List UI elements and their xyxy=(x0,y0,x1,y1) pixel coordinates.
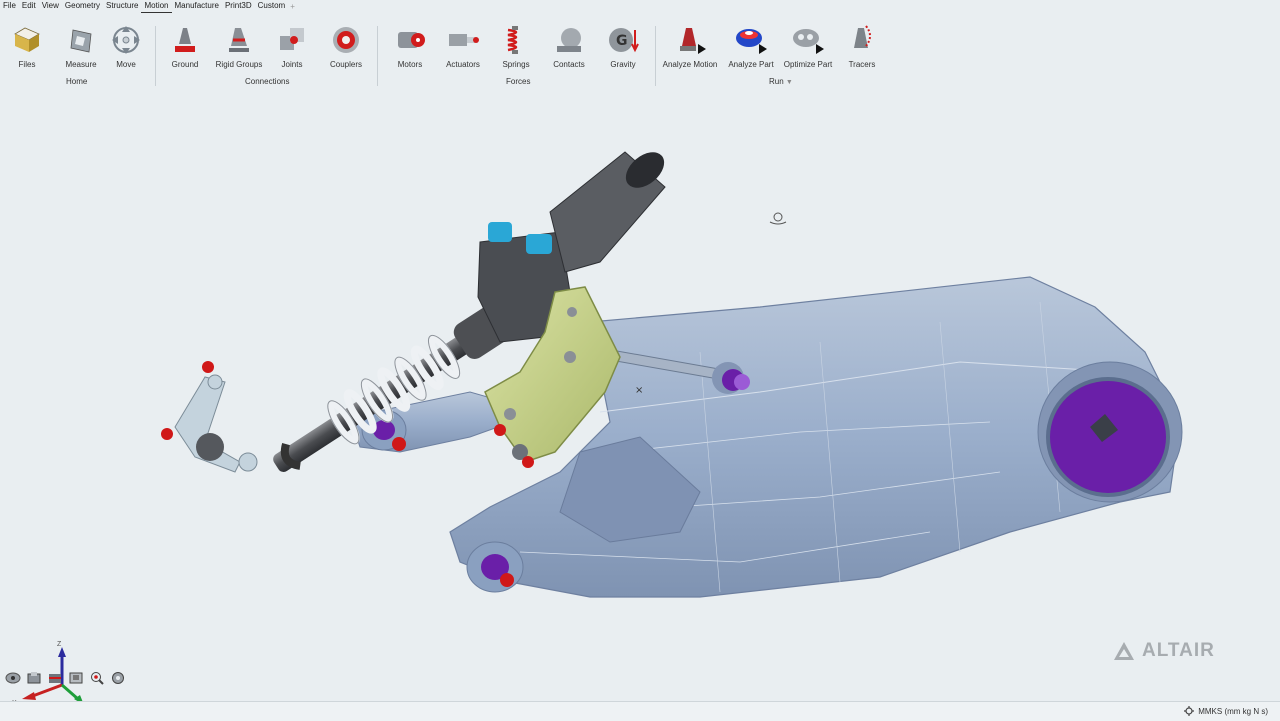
add-ribbon-button[interactable]: + xyxy=(288,2,295,11)
altair-wordmark: ALTAIR xyxy=(1142,640,1215,661)
chevron-down-icon: ▼ xyxy=(785,79,793,86)
menu-view[interactable]: View xyxy=(39,0,62,12)
display-settings-icon xyxy=(112,672,124,684)
contacts-button[interactable]: Contacts xyxy=(539,22,599,69)
group-forces-label: Forces xyxy=(506,77,531,86)
units-gear-icon xyxy=(1184,706,1195,716)
group-connections-label: Connections xyxy=(245,77,290,86)
files-label: Files xyxy=(18,60,36,69)
actuators-label: Actuators xyxy=(446,60,480,69)
altair-logo-icon xyxy=(1114,642,1134,660)
joints-icon xyxy=(280,28,304,50)
status-bar: MMKS (mm kg N s) xyxy=(0,701,1280,721)
couplers-icon xyxy=(333,27,359,53)
menu-custom[interactable]: Custom xyxy=(255,0,289,12)
svg-text:G: G xyxy=(616,33,628,49)
ground-label: Ground xyxy=(171,60,199,69)
menu-bar: File Edit View Geometry Structure Motion… xyxy=(0,0,1280,13)
swingarm-model: × xyxy=(161,151,1183,598)
group-run-text: Run xyxy=(769,77,784,86)
analyze-part-icon xyxy=(736,29,767,54)
model-viewport[interactable]: × Z X Y ALTAIR xyxy=(0,92,1280,712)
view-settings-button[interactable] xyxy=(109,670,127,686)
menu-manufacture[interactable]: Manufacture xyxy=(172,0,222,12)
contacts-icon xyxy=(557,28,581,52)
view-rotate-button[interactable] xyxy=(4,670,22,686)
contacts-label: Contacts xyxy=(553,60,585,69)
couplers-label: Couplers xyxy=(329,60,362,69)
cursor-marker: × xyxy=(635,385,643,396)
rotate-cursor-icon xyxy=(769,212,787,225)
menu-geometry[interactable]: Geometry xyxy=(62,0,103,12)
group-run-label[interactable]: Run ▼ xyxy=(769,77,793,86)
motors-button[interactable]: Motors xyxy=(380,22,440,69)
analyze-part-label: Analyze Part xyxy=(728,60,774,69)
view-shading-button[interactable] xyxy=(25,670,43,686)
move-label: Move xyxy=(116,60,136,69)
menu-structure[interactable]: Structure xyxy=(103,0,141,12)
gravity-button[interactable]: G Gravity xyxy=(593,22,653,69)
joints-label: Joints xyxy=(281,60,303,69)
rigid-groups-label: Rigid Groups xyxy=(215,60,263,69)
units-label: MMKS (mm kg N s) xyxy=(1198,706,1268,716)
menu-print3d[interactable]: Print3D xyxy=(222,0,255,12)
tracers-label: Tracers xyxy=(848,60,876,69)
move-icon xyxy=(112,26,140,54)
lower-pivot xyxy=(466,541,524,593)
analyze-part-button[interactable]: Analyze Part xyxy=(721,22,781,69)
view-toolbar xyxy=(4,670,127,686)
motors-label: Motors xyxy=(397,60,423,69)
joints-button[interactable]: Joints xyxy=(262,22,322,69)
fit-view-icon xyxy=(69,672,83,684)
rigid-groups-icon xyxy=(229,28,249,52)
ribbon-separator xyxy=(377,26,378,86)
axis-z-label: Z xyxy=(57,641,62,648)
tracers-button[interactable]: Tracers xyxy=(832,22,892,69)
files-button[interactable]: Files xyxy=(0,22,57,69)
gravity-icon: G xyxy=(609,28,639,53)
ground-button[interactable]: Ground xyxy=(155,22,215,69)
view-section-button[interactable] xyxy=(46,670,64,686)
actuators-icon xyxy=(449,34,479,46)
springs-button[interactable]: Springs xyxy=(486,22,546,69)
ribbon-separator xyxy=(655,26,656,86)
tracers-icon xyxy=(854,25,871,48)
optimize-part-icon xyxy=(793,29,824,54)
shading-icon xyxy=(27,672,41,684)
menu-file[interactable]: File xyxy=(0,0,19,12)
gravity-label: Gravity xyxy=(610,60,636,69)
optimize-part-button[interactable]: Optimize Part xyxy=(778,22,838,69)
analyze-motion-icon xyxy=(680,28,706,54)
motors-icon xyxy=(398,32,425,48)
measure-icon xyxy=(70,29,92,53)
analyze-motion-label: Analyze Motion xyxy=(662,60,718,69)
folder-icon xyxy=(14,27,40,52)
rigid-groups-button[interactable]: Rigid Groups xyxy=(209,22,269,69)
main-pivot xyxy=(1037,361,1183,503)
shock-absorber xyxy=(273,305,510,472)
section-cut-icon xyxy=(49,674,61,683)
view-zoom-button[interactable] xyxy=(88,670,106,686)
dogbone-link xyxy=(161,361,258,473)
unit-system-selector[interactable]: MMKS (mm kg N s) xyxy=(1184,706,1268,716)
view-fit-button[interactable] xyxy=(67,670,85,686)
eye-icon xyxy=(5,672,21,684)
springs-icon xyxy=(507,26,518,54)
springs-label: Springs xyxy=(502,60,530,69)
optimize-part-label: Optimize Part xyxy=(783,60,833,69)
actuators-button[interactable]: Actuators xyxy=(433,22,493,69)
menu-motion[interactable]: Motion xyxy=(141,0,172,13)
move-button[interactable]: Move xyxy=(96,22,156,69)
group-home-label: Home xyxy=(66,77,88,86)
ribbon: Files Measure Move Home Ground Rigid Gro… xyxy=(0,12,1280,92)
zoom-icon xyxy=(91,672,104,685)
ground-icon xyxy=(175,28,195,52)
altair-logo: ALTAIR xyxy=(1112,640,1215,662)
analyze-motion-button[interactable]: Analyze Motion xyxy=(660,22,720,69)
menu-edit[interactable]: Edit xyxy=(19,0,39,12)
couplers-button[interactable]: Couplers xyxy=(316,22,376,69)
